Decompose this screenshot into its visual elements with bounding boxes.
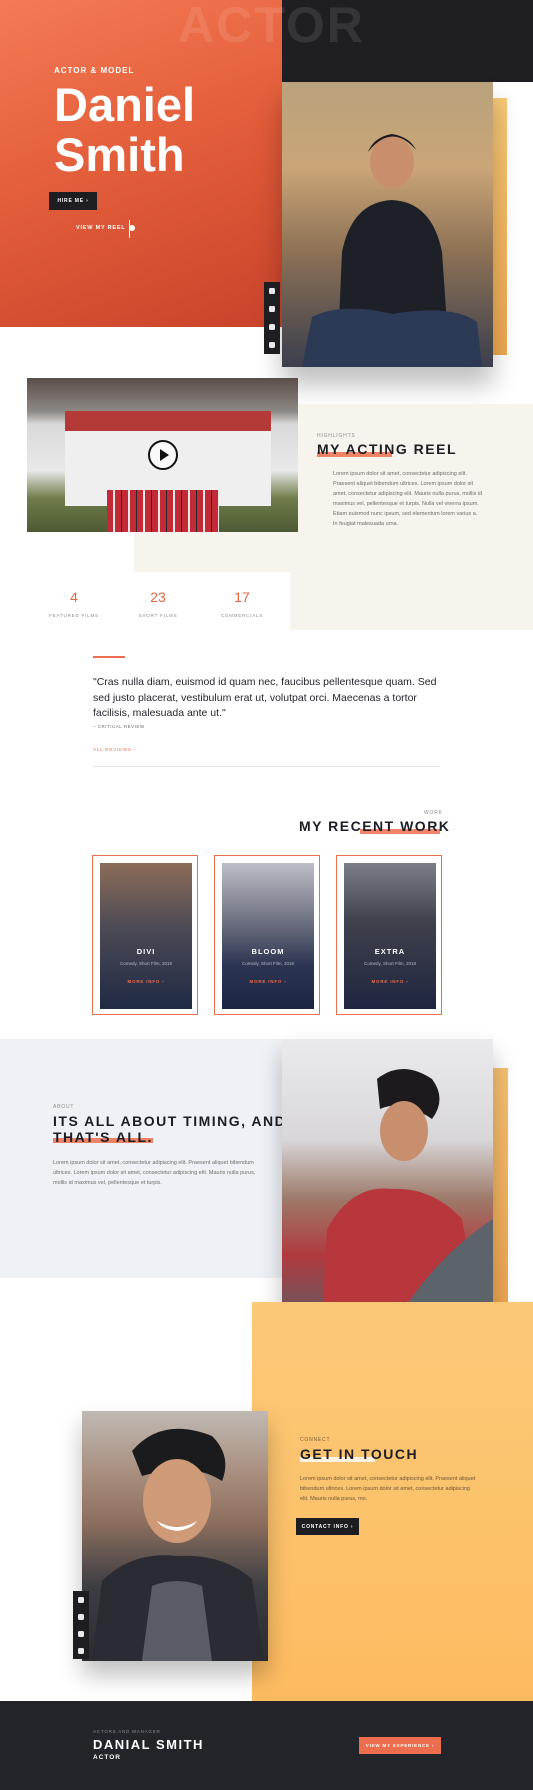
work-card-extra[interactable]: EXTRA Comedy, Short Film, 2018 MORE INFO… <box>336 855 442 1015</box>
contact-body: Lorem ipsum dolor sit amet, consectetur … <box>300 1476 476 1502</box>
timing-portrait-illustration <box>322 1069 493 1328</box>
contact-photo <box>82 1411 268 1661</box>
work-card-image <box>222 863 314 1009</box>
work-card-subtitle: Comedy, Short Film, 2018 <box>364 961 416 966</box>
work-card-image <box>100 863 192 1009</box>
stat-commercials-label: COMMERCIALS <box>220 613 264 618</box>
view-experience-button[interactable]: VIEW MY EXPERIENCE › <box>359 1737 441 1754</box>
stat-short-films-label: SHORT FILMS <box>138 613 178 618</box>
vimeo-icon[interactable] <box>78 1630 84 1637</box>
play-icon <box>160 449 169 461</box>
work-card-image <box>344 863 436 1009</box>
timing-photo <box>282 1039 493 1328</box>
reel-divider <box>129 220 130 238</box>
timing-kicker: ABOUT <box>53 1104 75 1110</box>
timing-title: ITS ALL ABOUT TIMING, AND THAT'S ALL. <box>53 1113 287 1145</box>
footer <box>0 1701 533 1790</box>
reel-background-extension <box>290 572 533 630</box>
play-button[interactable] <box>148 440 178 470</box>
stat-featured-films-label: FEATURED FILMS <box>49 613 99 618</box>
work-card-subtitle: Comedy, Short Film, 2018 <box>120 961 172 966</box>
contact-title: GET IN TOUCH <box>300 1446 419 1462</box>
work-card-divi[interactable]: DIVI Comedy, Short Film, 2018 MORE INFO … <box>92 855 198 1015</box>
hero-social-bar <box>264 282 280 354</box>
footer-role: ACTOR <box>93 1754 121 1761</box>
contact-portrait-illustration <box>92 1428 264 1661</box>
quote-author: – CRITICAL REVIEW <box>93 724 145 729</box>
work-card-title: DIVI <box>136 947 156 956</box>
hire-me-button[interactable]: HIRE ME › <box>49 192 97 210</box>
reel-body: Lorem ipsum dolor sit amet, consectetur … <box>333 471 483 527</box>
contact-info-button[interactable]: CONTACT INFO › <box>296 1518 359 1535</box>
work-kicker: WORK <box>424 810 443 816</box>
stat-commercials-value: 17 <box>234 589 250 605</box>
reel-title: MY ACTING REEL <box>317 441 458 457</box>
contact-social-bar <box>73 1591 89 1659</box>
linkedin-icon[interactable] <box>78 1647 84 1654</box>
work-card-title: BLOOM <box>251 947 285 956</box>
view-reel-link[interactable]: VIEW MY REEL <box>76 225 135 231</box>
linkedin-icon[interactable] <box>269 342 275 348</box>
contact-kicker: CONNECT <box>300 1437 331 1443</box>
video-barn-roof <box>65 411 271 431</box>
work-card-more-link[interactable]: MORE INFO › <box>337 979 443 984</box>
all-reviews-link[interactable]: ALL REVIEWS › <box>93 747 136 752</box>
youtube-icon[interactable] <box>269 306 275 312</box>
work-card-more-link[interactable]: MORE INFO › <box>215 979 321 984</box>
view-reel-label: VIEW MY REEL <box>76 225 126 231</box>
timing-body: Lorem ipsum dolor sit amet, consectetur … <box>53 1160 256 1186</box>
vimeo-icon[interactable] <box>269 324 275 330</box>
work-card-subtitle: Comedy, Short Film, 2018 <box>242 961 294 966</box>
work-card-more-link[interactable]: MORE INFO › <box>93 979 199 984</box>
footer-kicker: ACTORS AND MANAGER <box>93 1729 161 1734</box>
page: ACTOR ACTOR & MODEL Daniel Smith HIRE ME… <box>0 0 533 1790</box>
youtube-icon[interactable] <box>78 1613 84 1620</box>
stat-short-films-value: 23 <box>150 589 166 605</box>
hero-name: Daniel Smith <box>54 78 196 181</box>
instagram-icon[interactable] <box>78 1596 84 1603</box>
work-title: MY RECENT WORK <box>299 818 451 834</box>
footer-name: DANIAL SMITH <box>93 1737 204 1752</box>
work-card-bloom[interactable]: BLOOM Comedy, Short Film, 2018 MORE INFO… <box>214 855 320 1015</box>
hero-portrait-illustration <box>302 134 482 367</box>
hero-background-word: ACTOR <box>178 0 365 53</box>
instagram-icon[interactable] <box>269 288 275 294</box>
work-card-title: EXTRA <box>374 947 406 956</box>
hero-kicker: ACTOR & MODEL <box>54 66 135 75</box>
stat-featured-films-value: 4 <box>70 589 78 605</box>
hero-photo <box>282 82 493 367</box>
video-person <box>107 490 219 532</box>
quote-text: "Cras nulla diam, euismod id quam nec, f… <box>93 676 437 719</box>
quote-divider <box>93 766 440 767</box>
quote-accent-bar <box>93 656 125 658</box>
reel-kicker: HIGHLIGHTS <box>317 433 356 439</box>
